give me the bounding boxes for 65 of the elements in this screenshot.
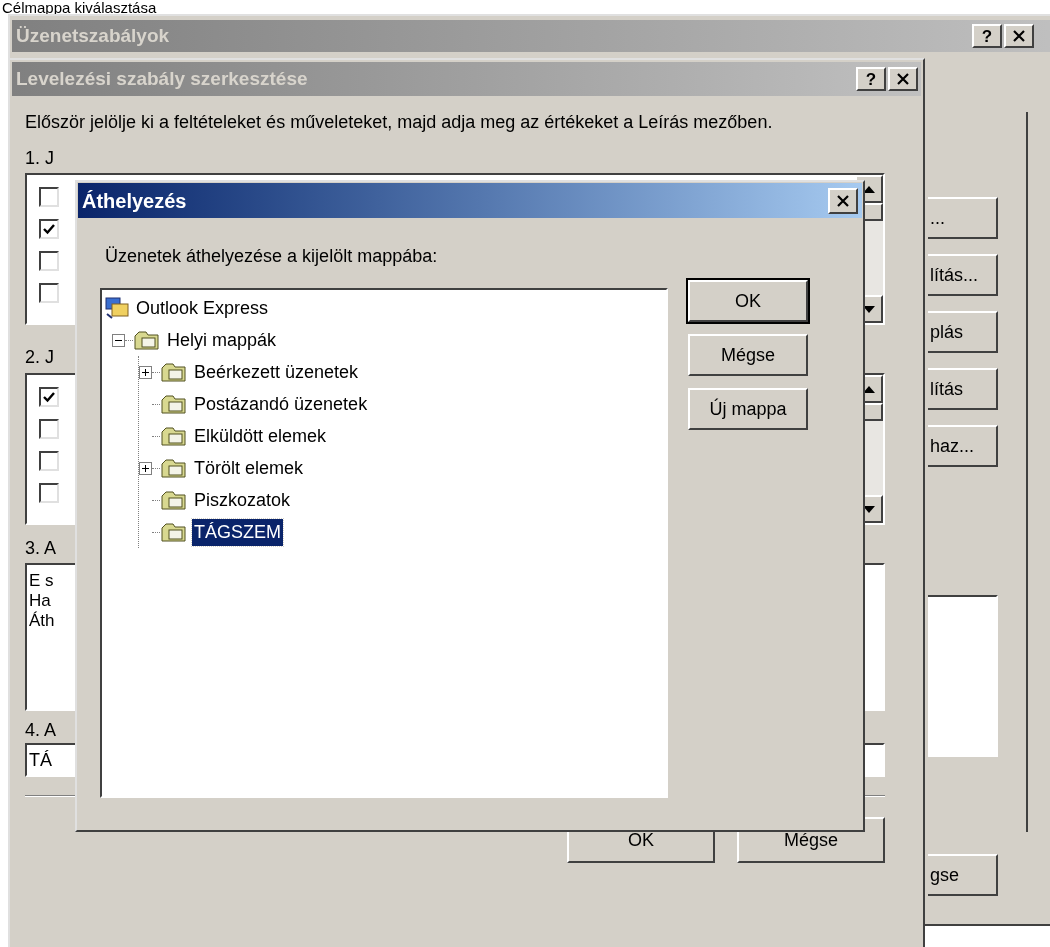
checkbox[interactable]	[39, 251, 59, 271]
checkbox[interactable]	[39, 187, 59, 207]
expander[interactable]	[139, 365, 152, 379]
check-mark-icon	[43, 391, 55, 403]
expander[interactable]	[112, 333, 125, 347]
close-icon	[837, 194, 849, 207]
tree-item[interactable]: Helyi mappák	[165, 326, 279, 354]
folder-icon	[160, 424, 188, 448]
expander[interactable]	[139, 461, 152, 475]
tree-item[interactable]: Törölt elemek	[192, 454, 306, 482]
tree-item[interactable]: Elküldött elemek	[192, 422, 329, 450]
folder-icon	[133, 328, 161, 352]
close-icon	[1013, 30, 1025, 42]
description-line: E s	[29, 571, 54, 591]
checkbox[interactable]	[39, 419, 59, 439]
help-button[interactable]: ?	[856, 67, 886, 91]
side-button[interactable]: haz...	[928, 425, 998, 467]
window-title: Áthelyezés	[82, 188, 188, 214]
help-button[interactable]: ?	[972, 24, 1002, 48]
cancel-button[interactable]: gse	[928, 854, 998, 896]
section-label: 3. A	[25, 537, 57, 559]
caption: Célmappa kiválasztása	[2, 0, 157, 15]
dialog-button[interactable]: Mégse	[688, 334, 808, 376]
tree-item[interactable]: Outlook Express	[134, 294, 271, 322]
section-label: 1. J	[25, 147, 54, 169]
up-arrow-icon	[863, 385, 875, 393]
close-icon	[897, 73, 909, 85]
checkbox[interactable]	[39, 219, 59, 239]
folder-icon	[160, 456, 188, 480]
tree-item[interactable]: TÁGSZEM	[192, 518, 283, 546]
side-button[interactable]: ...	[928, 197, 998, 239]
window-title: Üzenetszabályok	[16, 23, 171, 48]
window-title: Levelezési szabály szerkesztése	[16, 66, 309, 91]
checkbox[interactable]	[39, 387, 59, 407]
dialog-button[interactable]: Új mappa	[688, 388, 808, 430]
tree-item[interactable]: Piszkozatok	[192, 486, 293, 514]
checkbox[interactable]	[39, 483, 59, 503]
up-arrow-icon	[863, 185, 875, 193]
down-arrow-icon	[863, 505, 875, 513]
close-button[interactable]	[828, 187, 858, 214]
dialog-button[interactable]: OK	[688, 280, 808, 322]
checkbox[interactable]	[39, 283, 59, 303]
computer-folder-icon	[104, 296, 130, 320]
folder-icon	[160, 360, 188, 384]
checkbox[interactable]	[39, 451, 59, 471]
side-button[interactable]: lítás	[928, 368, 998, 410]
side-button[interactable]: lítás...	[928, 254, 998, 296]
description-line: Áth	[29, 611, 55, 631]
section-label: 2. J	[25, 346, 54, 368]
instructions: Először jelölje ki a feltételeket és műveleteket, majd adja meg az értékeket a Leírás mezőben.	[25, 111, 774, 134]
side-button[interactable]: plás	[928, 311, 998, 353]
description-line: Ha	[29, 591, 51, 611]
plus-icon	[141, 367, 150, 377]
plus-icon	[141, 463, 150, 473]
close-button[interactable]	[888, 67, 918, 91]
folder-icon	[160, 520, 188, 544]
tree-item[interactable]: Beérkezett üzenetek	[192, 358, 361, 386]
folder-icon	[160, 488, 188, 512]
close-button[interactable]	[1004, 24, 1034, 48]
check-mark-icon	[43, 223, 55, 235]
instruction-label: Üzenetek áthelyezése a kijelölt mappába:	[104, 245, 439, 268]
folder-icon	[160, 392, 188, 416]
down-arrow-icon	[863, 305, 875, 313]
tree-item[interactable]: Postázandó üzenetek	[192, 390, 370, 418]
section-label: 4. A	[25, 719, 57, 741]
